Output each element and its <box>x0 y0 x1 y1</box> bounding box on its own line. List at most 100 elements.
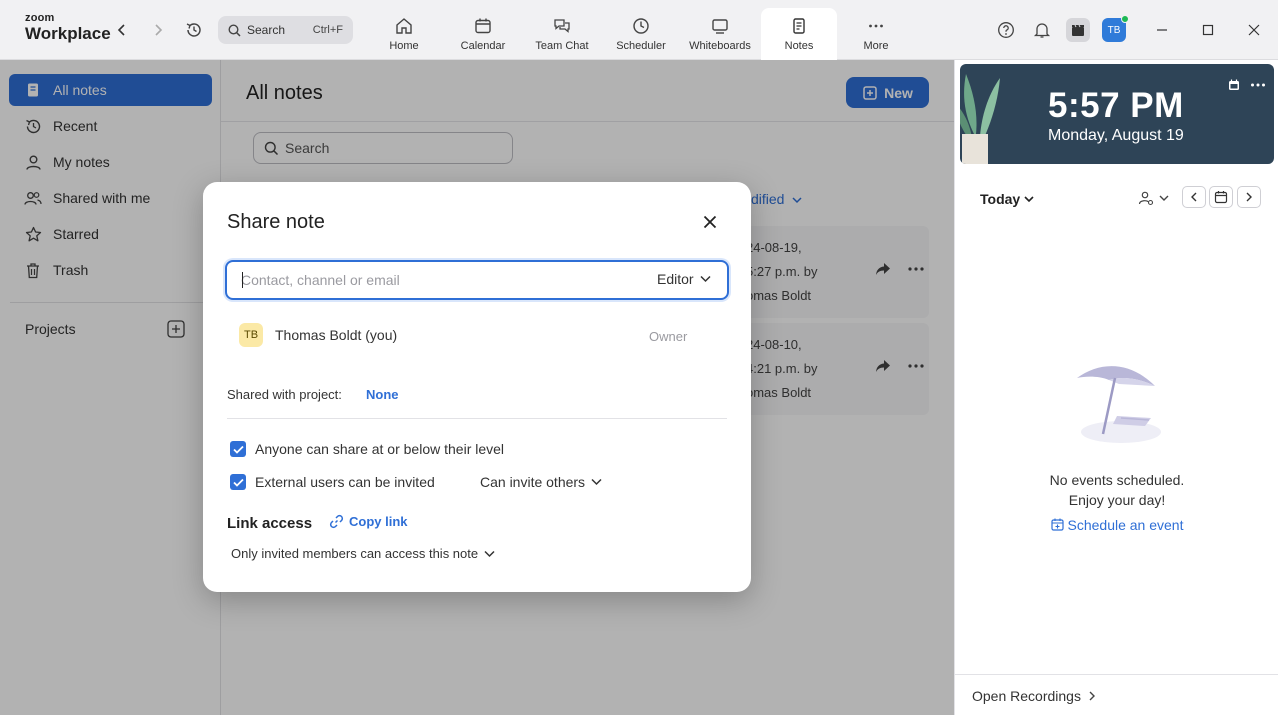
share-note-dialog: Share note Editor TB Thomas Boldt (you) … <box>203 182 751 592</box>
tab-whiteboards[interactable]: Whiteboards <box>682 8 758 60</box>
calendar-filter-dropdown[interactable] <box>1138 190 1169 206</box>
invite-permission-value: Can invite others <box>480 474 586 490</box>
history-icon[interactable] <box>182 18 206 42</box>
tab-home-label: Home <box>389 40 419 52</box>
right-panel: 5:57 PM Monday, August 19 Today No event… <box>954 60 1278 715</box>
invite-permission-select[interactable]: Can invite others <box>480 474 602 490</box>
member-role: Owner <box>649 329 688 344</box>
home-icon <box>366 14 442 38</box>
top-bar: zoom Workplace Search Ctrl+F Home Calend… <box>0 0 1278 60</box>
plant-illustration <box>960 74 1000 164</box>
date-picker-button[interactable] <box>1209 186 1233 208</box>
search-icon <box>228 23 241 37</box>
logo-line1: zoom <box>25 12 55 24</box>
help-icon[interactable] <box>994 18 1018 42</box>
chevron-down-icon <box>484 550 495 557</box>
tab-notes[interactable]: Notes <box>761 8 837 60</box>
chevron-down-icon <box>700 275 711 283</box>
bell-icon[interactable] <box>1030 18 1054 42</box>
external-users-checkbox[interactable] <box>230 474 246 490</box>
close-window-icon[interactable] <box>1242 18 1266 42</box>
tab-scheduler-label: Scheduler <box>616 40 666 52</box>
maximize-icon[interactable] <box>1196 18 1220 42</box>
calendar-plus-icon <box>1050 518 1064 531</box>
presence-dot <box>1121 15 1129 23</box>
link-access-label: Link access <box>227 515 313 532</box>
calendar-widget-icon[interactable] <box>1228 78 1240 96</box>
shared-project-label: Shared with project: <box>227 387 342 402</box>
text-cursor <box>242 272 243 288</box>
avatar-initials: TB <box>1107 24 1121 36</box>
share-level-checkbox[interactable] <box>230 441 246 457</box>
avatar: TB <box>239 323 263 347</box>
chevron-right-icon <box>1246 192 1252 202</box>
tab-calendar-label: Calendar <box>460 40 506 52</box>
more-dots-icon <box>838 14 914 38</box>
tab-scheduler[interactable]: Scheduler <box>603 8 679 60</box>
chat-icon <box>524 14 600 38</box>
global-search[interactable]: Search Ctrl+F <box>218 16 353 44</box>
whiteboard-icon <box>682 14 758 38</box>
open-recordings-label: Open Recordings <box>972 688 1081 704</box>
app-logo: zoom Workplace <box>25 12 111 43</box>
dialog-divider <box>227 418 727 419</box>
invite-input-wrapper: Editor <box>225 260 729 300</box>
member-name: Thomas Boldt (you) <box>275 327 398 343</box>
contact-input[interactable] <box>241 270 621 290</box>
notes-icon <box>761 14 837 38</box>
minimize-icon[interactable] <box>1150 18 1174 42</box>
tab-more[interactable]: More <box>838 8 914 60</box>
search-label: Search <box>247 23 286 37</box>
dialog-title: Share note <box>227 211 325 233</box>
tab-home[interactable]: Home <box>366 8 442 60</box>
today-label: Today <box>980 191 1021 207</box>
clock-icon <box>603 14 679 38</box>
chevron-down-icon <box>1159 195 1169 201</box>
tab-team-chat-label: Team Chat <box>535 40 589 52</box>
checkmark-icon <box>232 478 244 487</box>
user-avatar[interactable]: TB <box>1102 15 1129 42</box>
back-arrow-icon[interactable] <box>110 18 134 42</box>
role-select-value: Editor <box>657 271 694 287</box>
role-select[interactable]: Editor <box>657 271 711 287</box>
more-dots-icon[interactable] <box>1250 78 1266 96</box>
calendar-icon <box>1214 191 1228 204</box>
today-dropdown[interactable]: Today <box>980 191 1034 207</box>
copy-link-button[interactable]: Copy link <box>329 514 408 529</box>
calendar-icon <box>445 14 521 38</box>
chevron-down-icon <box>591 478 602 486</box>
share-level-label: Anyone can share at or below their level <box>255 441 505 457</box>
schedule-event-label: Schedule an event <box>1067 517 1184 533</box>
recordings-footer[interactable]: Open Recordings <box>955 674 1278 715</box>
checkmark-icon <box>232 445 244 454</box>
copy-link-label: Copy link <box>349 514 408 529</box>
shared-project-value[interactable]: None <box>366 387 399 402</box>
tab-notes-label: Notes <box>784 40 814 52</box>
external-users-label: External users can be invited <box>255 474 435 490</box>
link-access-value: Only invited members can access this not… <box>231 546 479 561</box>
clapperboard-icon[interactable] <box>1066 18 1090 42</box>
tab-calendar[interactable]: Calendar <box>445 8 521 60</box>
chevron-right-icon <box>1089 691 1095 701</box>
chevron-left-icon <box>1191 192 1197 202</box>
clock-card: 5:57 PM Monday, August 19 <box>960 64 1274 164</box>
tab-team-chat[interactable]: Team Chat <box>524 8 600 60</box>
forward-arrow-icon[interactable] <box>146 18 170 42</box>
link-icon <box>329 514 344 529</box>
user-settings-icon <box>1138 191 1154 206</box>
search-shortcut: Ctrl+F <box>312 24 343 36</box>
clock-date: Monday, August 19 <box>1048 127 1184 144</box>
close-icon[interactable] <box>699 211 721 233</box>
schedule-event-link[interactable]: Schedule an event <box>955 517 1278 533</box>
tab-more-label: More <box>863 40 889 52</box>
tab-whiteboards-label: Whiteboards <box>689 40 751 52</box>
clock-time: 5:57 PM <box>1048 86 1184 125</box>
empty-state-subtitle: Enjoy your day! <box>1068 492 1166 508</box>
logo-line2: Workplace <box>25 24 111 43</box>
chevron-down-icon <box>1024 196 1034 203</box>
next-day-button[interactable] <box>1237 186 1261 208</box>
link-access-select[interactable]: Only invited members can access this not… <box>231 546 495 561</box>
prev-day-button[interactable] <box>1182 186 1206 208</box>
empty-state-title: No events scheduled. <box>1049 472 1185 488</box>
beach-umbrella-illustration <box>1077 366 1161 443</box>
